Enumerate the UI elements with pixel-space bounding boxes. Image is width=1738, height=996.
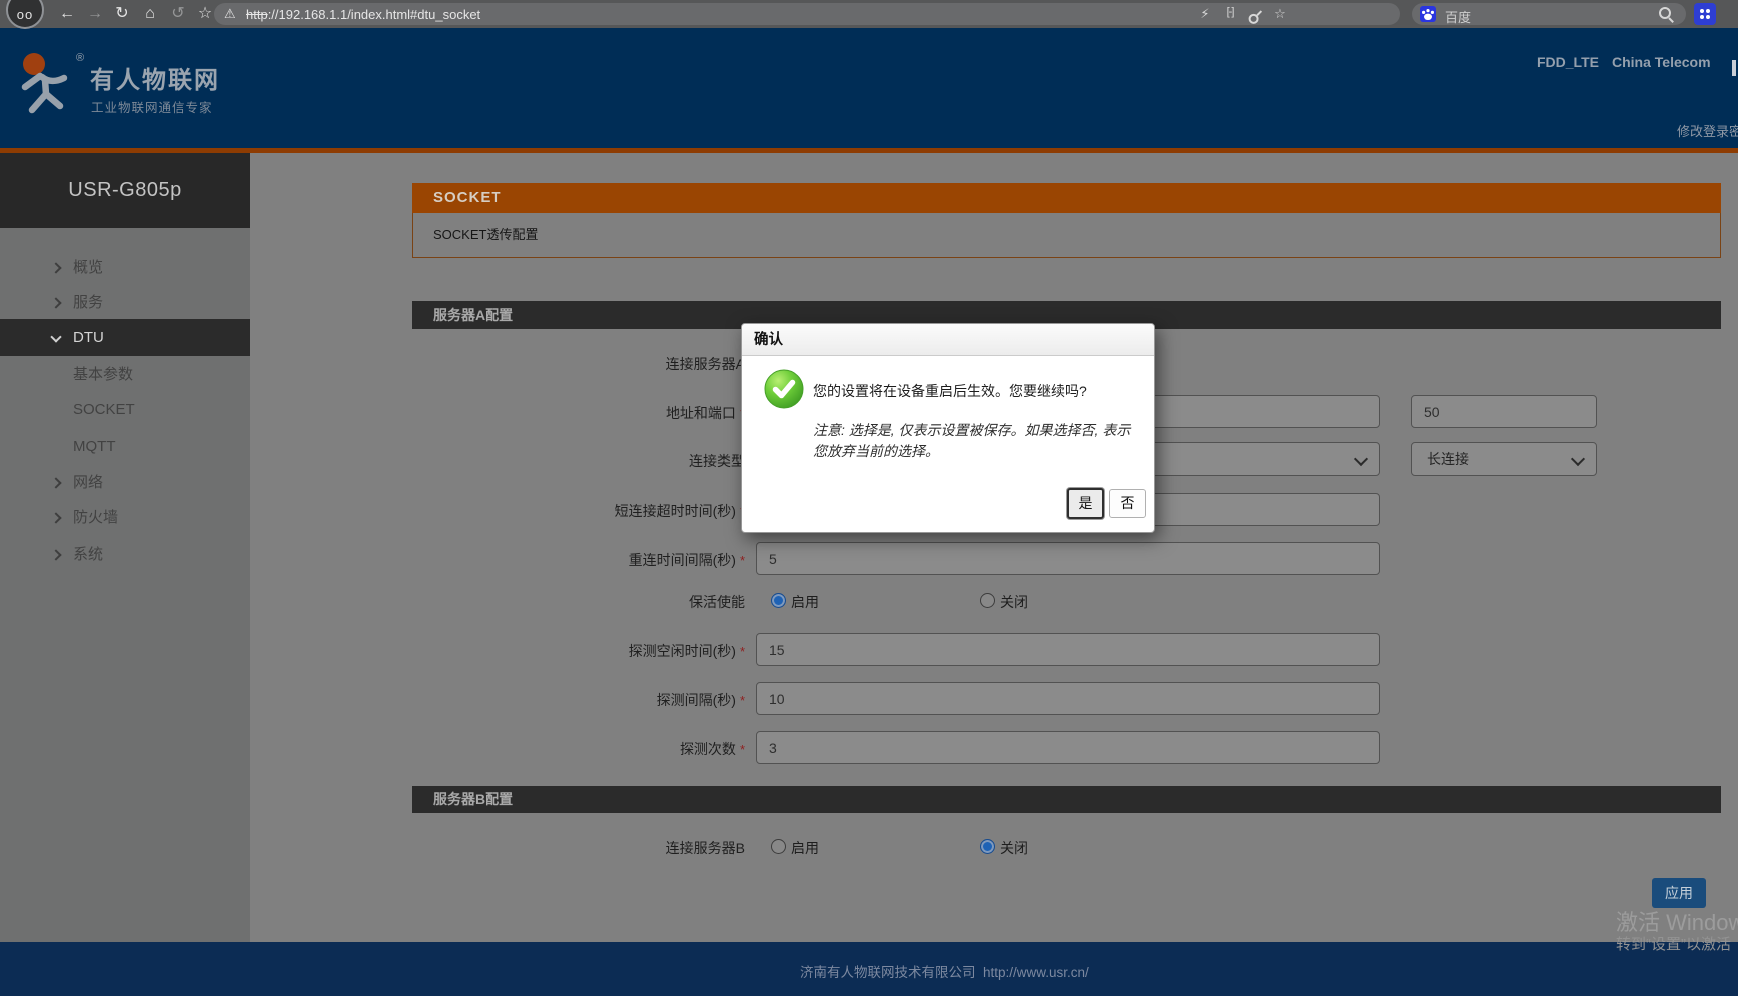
reconnect-interval-label: 重连时间间隔(秒)*	[409, 550, 745, 570]
browser-toolbar: oo ← → ↻ ⌂ ↺ ☆ ⚠ http://192.168.1.1/inde…	[0, 0, 1738, 28]
dialog-message: 您的设置将在设备重启后生效。您要继续吗?	[813, 381, 1145, 401]
address-port-label: 地址和端口*	[409, 403, 745, 423]
server-port-input[interactable]	[1411, 395, 1597, 428]
sidebar: USR-G805p 概览 服务 DTU 基本参数 SOCKET MQTT 网络 …	[0, 153, 250, 942]
chevron-right-icon	[50, 512, 61, 523]
socket-panel-header: SOCKET	[412, 183, 1721, 213]
chevron-down-icon	[50, 331, 61, 342]
sidebar-subitem-mqtt[interactable]: MQTT	[0, 430, 250, 463]
not-secure-warning-icon[interactable]: ⚠	[224, 6, 236, 22]
forward-button[interactable]: →	[84, 4, 106, 24]
connection-type-label: 连接类型	[409, 451, 745, 471]
idle-time-input[interactable]	[756, 633, 1380, 666]
connect-server-b-label: 连接服务器B	[409, 838, 745, 858]
keepalive-enable-label[interactable]: 启用	[791, 592, 819, 612]
search-bar[interactable]: 百度	[1412, 3, 1686, 25]
search-engine-label: 百度	[1445, 7, 1471, 26]
short-timeout-label: 短连接超时时间(秒)*	[409, 501, 745, 521]
carrier-label: China Telecom	[1612, 54, 1711, 70]
app-header: ® 有人物联网 工业物联网通信专家 FDD_LTE China Telecom …	[0, 28, 1738, 148]
bookmark-star-icon[interactable]: ☆	[194, 4, 216, 24]
no-button[interactable]: 否	[1109, 489, 1146, 518]
chevron-down-icon	[1354, 452, 1368, 466]
chevron-right-icon	[50, 297, 61, 308]
probe-interval-label: 探测间隔(秒)*	[409, 690, 745, 710]
server-b-enable-label[interactable]: 启用	[791, 838, 819, 858]
network-mode-label: FDD_LTE	[1537, 54, 1599, 70]
signal-icon-fragment	[1732, 60, 1736, 76]
windows-activation-watermark-line2: 转到“设置”以激活	[1616, 933, 1731, 954]
keepalive-label: 保活使能	[409, 592, 745, 612]
dialog-note: 注意: 选择是, 仅表示设置被保存。如果选择否, 表示 您放弃当前的选择。	[813, 420, 1153, 462]
reload-button[interactable]: ↻	[111, 4, 133, 24]
change-password-link[interactable]: 修改登录密码	[1677, 121, 1738, 140]
required-asterisk: *	[740, 644, 745, 659]
screen: oo ← → ↻ ⌂ ↺ ☆ ⚠ http://192.168.1.1/inde…	[0, 0, 1738, 996]
idle-time-label: 探测空闲时间(秒)*	[409, 641, 745, 661]
device-name-header: USR-G805p	[0, 153, 250, 228]
sidebar-item-firewall[interactable]: 防火墙	[0, 501, 250, 534]
probe-interval-input[interactable]	[756, 682, 1380, 715]
probe-count-input[interactable]	[756, 731, 1380, 764]
sidebar-item-system[interactable]: 系统	[0, 538, 250, 571]
scan-icon[interactable]: [-]	[1220, 6, 1240, 18]
sidebar-subitem-basic-params[interactable]: 基本参数	[0, 358, 250, 391]
yes-button[interactable]: 是	[1067, 488, 1104, 519]
url-bar[interactable]: ⚠ http://192.168.1.1/index.html#dtu_sock…	[214, 3, 1400, 25]
sidebar-item-dtu[interactable]: DTU	[0, 319, 250, 356]
url-scheme: http	[246, 7, 268, 22]
undo-icon[interactable]: ↺	[167, 4, 189, 24]
baidu-logo-icon	[1420, 6, 1436, 22]
server-b-disable-radio[interactable]	[980, 839, 995, 854]
key-icon[interactable]	[1244, 5, 1267, 28]
url-rest: ://192.168.1.1/index.html#dtu_socket	[268, 7, 480, 22]
back-button[interactable]: ←	[56, 4, 78, 24]
apply-button[interactable]: 应用	[1652, 878, 1706, 908]
brand-logo	[12, 50, 76, 120]
confirm-dialog: 确认 您的设置将在设备重启后生效。您要继续吗? 注意: 选择是, 仅表示设置被保…	[741, 323, 1155, 533]
reconnect-interval-input[interactable]	[756, 542, 1380, 575]
sidebar-subitem-socket[interactable]: SOCKET	[0, 393, 250, 426]
required-asterisk: *	[740, 742, 745, 757]
sidebar-item-network[interactable]: 网络	[0, 466, 250, 499]
chevron-right-icon	[50, 262, 61, 273]
keepalive-disable-label[interactable]: 关闭	[1000, 592, 1028, 612]
required-asterisk: *	[740, 553, 745, 568]
connect-server-a-label: 连接服务器A	[409, 354, 745, 374]
success-icon	[764, 369, 804, 409]
connection-mode-select[interactable]: 长连接	[1411, 442, 1597, 476]
keepalive-enable-radio[interactable]	[771, 593, 786, 608]
server-b-enable-radio[interactable]	[771, 839, 786, 854]
lightning-icon[interactable]: ⚡	[1195, 6, 1215, 22]
sidebar-item-services[interactable]: 服务	[0, 286, 250, 319]
probe-count-label: 探测次数*	[409, 739, 745, 759]
browser-profile-icon[interactable]: oo	[6, 0, 44, 29]
pill-star-icon[interactable]: ☆	[1270, 6, 1290, 22]
required-asterisk: *	[740, 693, 745, 708]
header-accent-line	[0, 148, 1738, 153]
home-button[interactable]: ⌂	[139, 4, 161, 24]
dialog-title: 确认	[742, 324, 1154, 356]
server-b-disable-label[interactable]: 关闭	[1000, 838, 1028, 858]
footer-company: 济南有人物联网技术有限公司	[800, 965, 976, 980]
brand-title: 有人物联网	[90, 60, 220, 95]
keepalive-disable-radio[interactable]	[980, 593, 995, 608]
footer-url[interactable]: http://www.usr.cn/	[983, 965, 1089, 980]
server-b-section-header: 服务器B配置	[412, 786, 1721, 813]
brand-subtitle: 工业物联网通信专家	[91, 97, 213, 116]
page-footer: 济南有人物联网技术有限公司 http://www.usr.cn/	[0, 942, 1738, 996]
search-icon[interactable]	[1658, 6, 1674, 22]
sidebar-item-overview[interactable]: 概览	[0, 251, 250, 284]
socket-panel-desc: SOCKET透传配置	[412, 213, 1721, 258]
chevron-down-icon	[1571, 452, 1585, 466]
chevron-right-icon	[50, 477, 61, 488]
registered-mark: ®	[76, 52, 84, 64]
extension-icon[interactable]	[1694, 3, 1716, 25]
chevron-right-icon	[50, 549, 61, 560]
url-text: http://192.168.1.1/index.html#dtu_socket	[246, 7, 480, 22]
